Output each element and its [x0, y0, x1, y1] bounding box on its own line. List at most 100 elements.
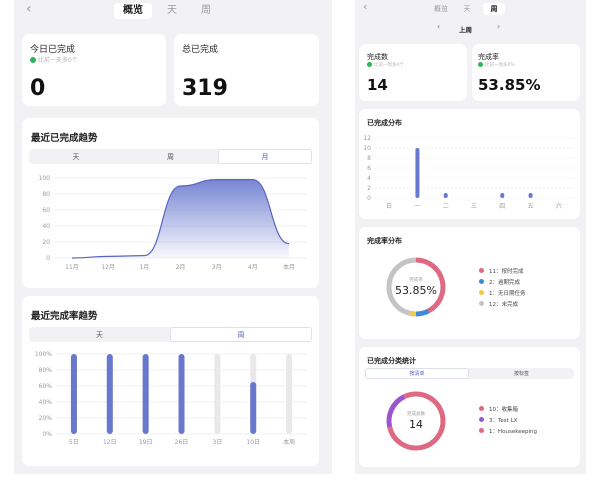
bar — [70, 354, 77, 434]
y-tick-label: 8 — [367, 155, 371, 162]
tab-week[interactable]: 周 — [196, 3, 216, 19]
bar-track — [214, 354, 221, 434]
y-tick-label: 20% — [39, 415, 53, 422]
y-tick-label: 100% — [35, 351, 52, 358]
top-bar-week: ‹ 概览 天 周 — [355, 0, 586, 22]
x-tick-label: 五 — [528, 203, 534, 210]
legend-swatch — [479, 301, 484, 306]
tab-week[interactable]: 周 — [483, 3, 505, 15]
y-tick-label: 0 — [46, 255, 50, 262]
x-tick-label: 3月 — [212, 264, 222, 271]
legend-item: 12：未完成 — [479, 298, 526, 309]
category-toggle: 按清单 按标签 — [365, 368, 574, 379]
prev-period-chevron-icon[interactable]: ‹ — [437, 22, 440, 31]
x-tick-label: 10日 — [246, 439, 260, 446]
tab-overview[interactable]: 概览 — [114, 3, 152, 19]
x-tick-label: 二 — [443, 203, 449, 210]
total-completed-value: 319 — [182, 76, 228, 101]
rate-range-toggle: 天 周 — [29, 327, 312, 342]
x-tick-label: 六 — [556, 202, 562, 210]
category-toggle-list[interactable]: 按清单 — [365, 368, 469, 379]
legend-swatch — [479, 268, 484, 273]
bar — [415, 148, 420, 198]
category-stats-card: 已完成分类统计 按清单 按标签 完成总数 14 10：收集箱 3：Test LX… — [359, 347, 580, 467]
category-donut-center-value: 14 — [409, 418, 423, 431]
legend-item: 1：无日期任务 — [479, 287, 526, 298]
trend-toggle-week[interactable]: 周 — [123, 149, 218, 164]
y-tick-label: 60 — [42, 207, 50, 214]
trend-toggle-month[interactable]: 月 — [218, 149, 312, 164]
today-completed-sub: 比前一天多0个 — [30, 55, 78, 64]
bar — [528, 193, 533, 198]
category-legend: 10：收集箱 3：Test LX 1：Housekeeping — [479, 403, 537, 436]
y-tick-label: 100 — [39, 175, 51, 182]
rate-toggle-week[interactable]: 周 — [170, 327, 312, 342]
x-tick-label: 3日 — [212, 439, 222, 446]
rate-donut-center-label: 完成率 — [409, 278, 423, 283]
x-tick-label: 5日 — [69, 439, 79, 446]
back-chevron-icon[interactable]: ‹ — [26, 1, 32, 17]
rate-trend-chart: 100% 80% 60% 40% 20% 0% 5日 12日 19日 26日 3日 10日 本周 — [35, 351, 307, 446]
total-completed-label: 总已完成 — [182, 45, 219, 55]
y-tick-label: 60% — [39, 383, 53, 390]
y-tick-label: 2 — [367, 185, 371, 192]
completed-trend-title: 最近已完成趋势 — [31, 133, 98, 144]
period-label: 上周 — [459, 26, 472, 34]
rate-donut-center-value: 53.85% — [395, 284, 437, 297]
today-completed-card: 今日已完成 比前一天多0个 0 — [22, 34, 166, 106]
x-tick-label: 日 — [386, 203, 392, 210]
legend-swatch — [479, 406, 484, 411]
up-indicator-icon — [367, 62, 372, 67]
y-tick-label: 0 — [367, 195, 371, 202]
done-count-label: 完成数 — [367, 53, 388, 61]
y-tick-label: 4 — [367, 175, 371, 182]
today-completed-label: 今日已完成 — [30, 45, 76, 55]
bar-track — [286, 354, 293, 434]
rate-trend-title: 最近完成率趋势 — [31, 311, 98, 322]
bar — [500, 193, 505, 198]
legend-item: 3：Test LX — [479, 414, 537, 425]
done-rate-label: 完成率 — [478, 53, 499, 61]
back-chevron-icon[interactable]: ‹ — [363, 0, 367, 13]
bar — [250, 382, 257, 434]
next-period-chevron-icon[interactable]: › — [497, 22, 500, 31]
bar — [106, 354, 113, 434]
trend-area-fill — [72, 179, 289, 258]
rate-distribution-legend: 11：按时完成 2：逾期完成 1：无日期任务 12：未完成 — [479, 265, 526, 309]
y-tick-label: 12 — [363, 135, 371, 142]
x-tick-label: 四 — [499, 203, 505, 210]
completed-distribution-title: 已完成分布 — [367, 119, 402, 127]
tab-overview[interactable]: 概览 — [431, 3, 451, 15]
done-count-sub: 比前一周多0个 — [367, 62, 404, 68]
donut-slice — [415, 308, 430, 317]
done-count-card: 完成数 比前一周多0个 14 — [359, 44, 467, 101]
today-completed-value: 0 — [30, 76, 46, 101]
tab-day[interactable]: 天 — [162, 3, 182, 19]
overview-screen: ‹ 概览 天 周 今日已完成 比前一天多0个 0 总已完成 319 最近已完成趋… — [14, 0, 332, 474]
trend-toggle-day[interactable]: 天 — [29, 149, 123, 164]
week-screen: ‹ 概览 天 周 ‹ 上周 › 完成数 比前一周多0个 14 完成率 比前一周多… — [355, 0, 586, 474]
rate-toggle-day[interactable]: 天 — [29, 327, 170, 342]
total-completed-card: 总已完成 319 — [174, 34, 319, 106]
bar — [142, 354, 149, 434]
x-tick-label: 1月 — [139, 264, 149, 271]
y-tick-label: 20 — [42, 239, 50, 246]
done-rate-value: 53.85% — [478, 76, 541, 94]
y-tick-label: 0% — [42, 431, 52, 438]
x-tick-label: 26日 — [175, 439, 189, 446]
up-indicator-icon — [30, 57, 36, 63]
y-tick-label: 10 — [363, 145, 371, 152]
rate-distribution-card: 完成率分布 完成率 53.85% 11：按时完成 2：逾期完成 1：无日期任务 … — [359, 227, 580, 339]
category-toggle-tag[interactable]: 按标签 — [469, 368, 574, 379]
legend-swatch — [479, 279, 484, 284]
x-tick-label: 三 — [471, 203, 477, 210]
x-tick-label: 一 — [414, 203, 420, 210]
period-nav: ‹ 上周 › — [355, 22, 586, 36]
rate-trend-card: 最近完成率趋势 天 周 100% 80% 60% 40% 20% 0% 5日 12日 19日 26… — [22, 296, 319, 466]
trend-range-toggle: 天 周 月 — [29, 149, 312, 164]
x-tick-label: 12日 — [103, 439, 117, 446]
tab-day[interactable]: 天 — [459, 3, 475, 15]
bar — [178, 354, 185, 434]
x-tick-label: 本月 — [283, 263, 295, 271]
legend-swatch — [479, 428, 484, 433]
